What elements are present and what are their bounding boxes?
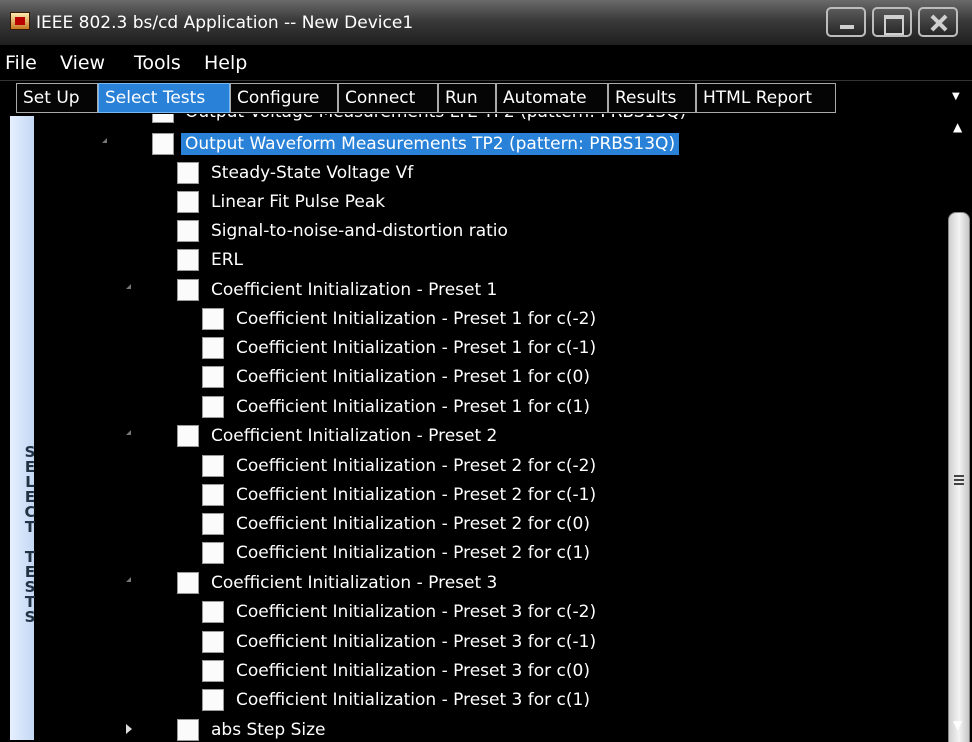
tree-item[interactable]: Coefficient Initialization - Preset 1 fo… xyxy=(36,393,936,421)
tree-item[interactable]: Coefficient Initialization - Preset 1 fo… xyxy=(36,305,936,333)
tree-item[interactable]: Coefficient Initialization - Preset 2 fo… xyxy=(36,510,936,538)
collapsed-arrow-icon[interactable] xyxy=(126,724,132,734)
tree-item[interactable]: Coefficient Initialization - Preset 2 xyxy=(36,422,936,450)
tab-select-tests[interactable]: Select Tests xyxy=(98,83,230,113)
minimize-icon[interactable] xyxy=(826,7,866,37)
select-tests-side-strip[interactable]: S E L E C T T E S T S xyxy=(0,114,36,742)
test-checkbox[interactable] xyxy=(202,455,224,477)
tree-item[interactable]: Coefficient Initialization - Preset 1 fo… xyxy=(36,334,936,362)
tab-html-report[interactable]: HTML Report xyxy=(696,83,836,113)
test-checkbox[interactable] xyxy=(202,308,224,330)
tab-run[interactable]: Run xyxy=(438,83,496,113)
vertical-scrollbar[interactable]: ▲ ▼ xyxy=(944,114,972,742)
tree-item[interactable]: Coefficient Initialization - Preset 1 xyxy=(36,276,936,304)
tab-configure[interactable]: Configure xyxy=(230,83,338,113)
tree-item[interactable]: Coefficient Initialization - Preset 2 fo… xyxy=(36,452,936,480)
tree-item[interactable]: Steady-State Voltage Vf xyxy=(36,159,936,187)
test-checkbox[interactable] xyxy=(202,689,224,711)
menu-tools[interactable]: Tools xyxy=(134,52,181,74)
test-checkbox[interactable] xyxy=(202,660,224,682)
tree-item[interactable]: Coefficient Initialization - Preset 3 fo… xyxy=(36,686,936,714)
tree-item[interactable]: abs Step Size xyxy=(36,716,936,742)
tab-connect[interactable]: Connect xyxy=(338,83,438,113)
tab-overflow-icon[interactable]: ▼ xyxy=(952,91,960,102)
test-checkbox[interactable] xyxy=(202,601,224,623)
test-checkbox[interactable] xyxy=(202,337,224,359)
test-checkbox[interactable] xyxy=(177,425,199,447)
scroll-down-icon[interactable]: ▼ xyxy=(953,718,962,732)
menu-help[interactable]: Help xyxy=(204,52,247,74)
expanded-arrow-icon[interactable] xyxy=(102,138,107,143)
tree-item[interactable]: Output Voltage Measurements LTE TP2 (pat… xyxy=(36,114,936,126)
tree-item[interactable]: Linear Fit Pulse Peak xyxy=(36,188,936,216)
tab-set-up[interactable]: Set Up xyxy=(16,83,98,113)
maximize-icon[interactable] xyxy=(872,7,912,37)
tree-item[interactable]: Coefficient Initialization - Preset 1 fo… xyxy=(36,363,936,391)
test-checkbox[interactable] xyxy=(152,133,174,155)
tree-item[interactable]: Coefficient Initialization - Preset 2 fo… xyxy=(36,481,936,509)
tree-item[interactable]: Coefficient Initialization - Preset 3 fo… xyxy=(36,657,936,685)
menu-file[interactable]: File xyxy=(5,52,37,74)
test-checkbox[interactable] xyxy=(177,719,199,741)
window-title: IEEE 802.3 bs/cd Application -- New Devi… xyxy=(36,13,414,33)
menu-bar: File View Tools Help xyxy=(0,47,972,80)
test-checkbox[interactable] xyxy=(177,191,199,213)
tree-item[interactable]: Coefficient Initialization - Preset 3 fo… xyxy=(36,598,936,626)
title-bar: IEEE 802.3 bs/cd Application -- New Devi… xyxy=(0,0,972,46)
tree-item[interactable]: Signal-to-noise-and-distortion ratio xyxy=(36,217,936,245)
test-checkbox[interactable] xyxy=(177,279,199,301)
grip-icon xyxy=(954,475,964,485)
app-icon xyxy=(10,12,30,30)
scrollbar-thumb[interactable] xyxy=(948,212,970,742)
expanded-arrow-icon[interactable] xyxy=(126,577,131,582)
expanded-arrow-icon[interactable] xyxy=(126,284,131,289)
scroll-up-icon[interactable]: ▲ xyxy=(953,120,962,134)
test-checkbox[interactable] xyxy=(202,631,224,653)
test-checkbox[interactable] xyxy=(202,366,224,388)
test-checkbox[interactable] xyxy=(152,114,174,123)
tree-item[interactable]: ERL xyxy=(36,246,936,274)
test-checkbox[interactable] xyxy=(177,220,199,242)
test-checkbox[interactable] xyxy=(177,249,199,271)
tree-item-selected[interactable]: Output Waveform Measurements TP2 (patter… xyxy=(36,130,936,158)
tab-results[interactable]: Results xyxy=(608,83,696,113)
tree-item[interactable]: Coefficient Initialization - Preset 3 xyxy=(36,569,936,597)
test-checkbox[interactable] xyxy=(202,513,224,535)
test-checkbox[interactable] xyxy=(202,396,224,418)
test-tree: Output Voltage Measurements LTE TP2 (pat… xyxy=(36,114,944,742)
menu-view[interactable]: View xyxy=(60,52,105,74)
expanded-arrow-icon[interactable] xyxy=(126,430,131,435)
tab-bar: Set Up Select Tests Configure Connect Ru… xyxy=(0,80,972,114)
test-checkbox[interactable] xyxy=(202,484,224,506)
test-checkbox[interactable] xyxy=(177,162,199,184)
test-checkbox[interactable] xyxy=(177,572,199,594)
tab-automate[interactable]: Automate xyxy=(496,83,608,113)
tree-item[interactable]: Coefficient Initialization - Preset 3 fo… xyxy=(36,628,936,656)
close-icon[interactable] xyxy=(918,7,958,37)
tree-item[interactable]: Coefficient Initialization - Preset 2 fo… xyxy=(36,539,936,567)
test-checkbox[interactable] xyxy=(202,542,224,564)
